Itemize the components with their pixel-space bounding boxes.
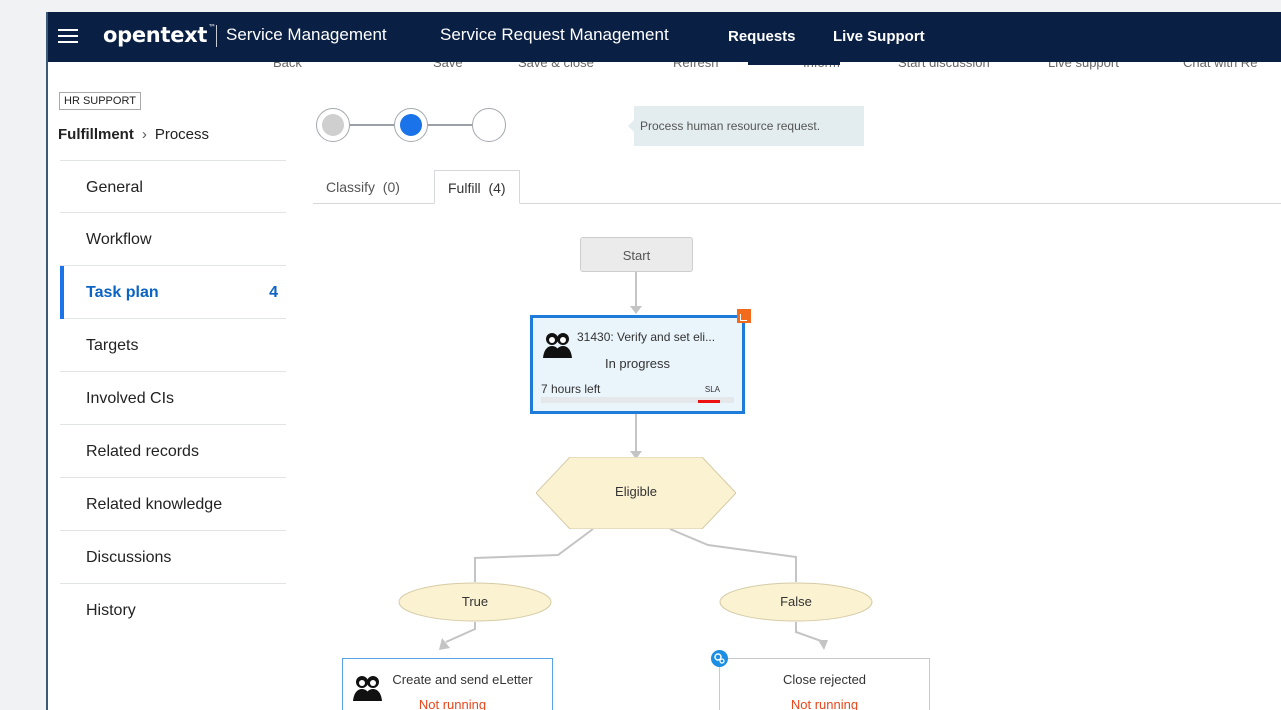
- sidebar-item-discussions[interactable]: Discussions: [60, 531, 286, 584]
- task-title: Create and send eLetter: [392, 672, 533, 687]
- stage-connector: [426, 124, 476, 126]
- record-sidebar: HR SUPPORT Fulfillment › Process General W…: [48, 70, 288, 710]
- brand-divider: [216, 25, 217, 47]
- sla-label: SLA: [704, 385, 720, 394]
- save-button[interactable]: Save: [433, 62, 463, 70]
- start-discussion-button[interactable]: Start discussion: [898, 62, 990, 70]
- task-title: Close rejected: [782, 672, 867, 687]
- save-close-button[interactable]: Save & close: [518, 62, 594, 70]
- nav-service-request-management[interactable]: Service Request Management: [440, 25, 669, 45]
- tab-classify[interactable]: Classify (0): [313, 170, 413, 204]
- stage-hint: Process human resource request.: [628, 106, 864, 146]
- task-status: Not running: [418, 697, 487, 710]
- chevron-right-icon: ›: [141, 126, 147, 143]
- category-tag: HR SUPPORT: [59, 92, 141, 110]
- back-button[interactable]: Back: [273, 62, 302, 70]
- sla-progress-fill: [698, 400, 720, 403]
- nav-active-indicator: [748, 62, 840, 65]
- branch-node-false[interactable]: False: [719, 582, 873, 622]
- breadcrumb-status: Process: [154, 126, 210, 143]
- sidebar-item-workflow[interactable]: Workflow: [60, 213, 286, 266]
- branch-label-false: False: [780, 594, 812, 609]
- sidebar-item-related-knowledge[interactable]: Related knowledge: [60, 478, 286, 531]
- task-node-close-rejected[interactable]: Close rejected Not running: [711, 650, 930, 710]
- workflow-stage-tracker: [316, 108, 506, 142]
- stage-fulfill-dot[interactable]: [394, 108, 428, 142]
- branch-label-true: True: [461, 594, 489, 609]
- record-toolbar: Back Save Save & close Refresh Inform St…: [48, 62, 1281, 70]
- task-node-verify-eligibility[interactable]: 31430: Verify and set eli... In progress…: [530, 309, 751, 414]
- menu-icon[interactable]: [58, 25, 78, 45]
- refresh-button[interactable]: Refresh: [673, 62, 719, 70]
- task-status: Not running: [790, 697, 859, 710]
- sidebar-menu: General Workflow Task plan 4 Targets Invo…: [60, 160, 286, 637]
- breadcrumb: Fulfillment › Process: [58, 126, 209, 143]
- live-support-button[interactable]: Live support: [1048, 62, 1119, 70]
- task-plan-tabs: Classify (0) Fulfill (4): [313, 170, 1281, 204]
- nav-requests[interactable]: Requests: [728, 28, 796, 45]
- brand-logo[interactable]: opentext™: [103, 23, 216, 47]
- nav-live-support[interactable]: Live Support: [833, 28, 925, 45]
- stage-classify-dot[interactable]: [316, 108, 350, 142]
- branch-node-true[interactable]: True: [398, 582, 552, 622]
- sidebar-item-targets[interactable]: Targets: [60, 319, 286, 372]
- tab-fulfill[interactable]: Fulfill (4): [434, 170, 520, 204]
- top-header: opentext™ Service Management Service Req…: [48, 12, 1281, 62]
- task-node-create-eletter[interactable]: Create and send eLetter Not running: [342, 658, 553, 710]
- sidebar-item-related-records[interactable]: Related records: [60, 425, 286, 478]
- gear-icon: [711, 650, 728, 667]
- decision-label: Eligible: [615, 484, 657, 499]
- expand-icon[interactable]: [737, 309, 751, 323]
- chat-button[interactable]: Chat with Re: [1183, 62, 1257, 70]
- sidebar-item-history[interactable]: History: [60, 584, 286, 637]
- task-status: In progress: [604, 356, 671, 371]
- task-title: 31430: Verify and set eli...: [577, 330, 716, 344]
- task-count-badge: 4: [269, 284, 278, 301]
- sidebar-item-general[interactable]: General: [60, 160, 286, 213]
- decision-node-eligible[interactable]: Eligible: [536, 457, 736, 529]
- flow-start-node[interactable]: Start: [580, 237, 693, 272]
- breadcrumb-phase[interactable]: Fulfillment: [58, 126, 134, 143]
- sidebar-item-involved-cis[interactable]: Involved CIs: [60, 372, 286, 425]
- stage-connector: [348, 124, 398, 126]
- app-window: opentext™ Service Management Service Req…: [46, 12, 1281, 710]
- product-name: Service Management: [226, 25, 387, 44]
- stage-close-dot[interactable]: [472, 108, 506, 142]
- task-time-left: 7 hours left: [541, 382, 601, 396]
- sidebar-item-task-plan[interactable]: Task plan 4: [60, 266, 286, 319]
